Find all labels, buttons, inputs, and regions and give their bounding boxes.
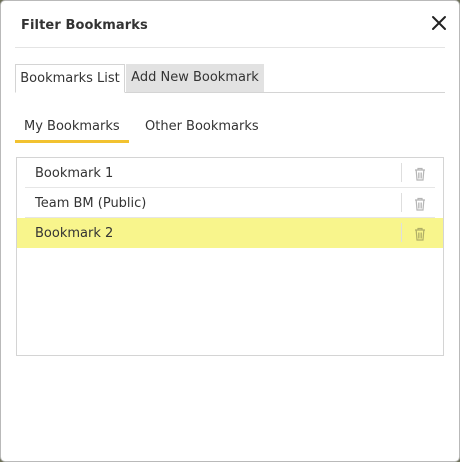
bookmark-label: Team BM (Public) xyxy=(35,196,147,211)
row-divider xyxy=(401,163,402,182)
dialog-header: Filter Bookmarks xyxy=(15,1,446,48)
trash-icon[interactable] xyxy=(414,226,426,241)
row-divider xyxy=(401,193,402,212)
tab-add-new-bookmark[interactable]: Add New Bookmark xyxy=(126,64,264,92)
bookmark-row[interactable]: Bookmark 1 xyxy=(25,158,435,188)
bookmark-list: Bookmark 1 Team BM (Public) Bookmark 2 xyxy=(16,157,444,356)
bookmark-row[interactable]: Team BM (Public) xyxy=(25,188,435,218)
dialog-tabs: Bookmarks List Add New Bookmark xyxy=(15,64,445,93)
bookmark-row-selected[interactable]: Bookmark 2 xyxy=(17,218,443,248)
row-divider xyxy=(401,223,402,242)
tab-bookmarks-list[interactable]: Bookmarks List xyxy=(15,64,125,93)
close-icon[interactable] xyxy=(427,11,451,35)
trash-icon[interactable] xyxy=(414,166,426,181)
dialog-title: Filter Bookmarks xyxy=(21,18,148,33)
subtab-my-bookmarks[interactable]: My Bookmarks xyxy=(15,119,129,143)
filter-bookmarks-dialog: Filter Bookmarks Bookmarks List Add New … xyxy=(0,0,460,462)
bookmark-subtabs: My Bookmarks Other Bookmarks xyxy=(15,113,315,143)
trash-icon[interactable] xyxy=(414,196,426,211)
subtab-other-bookmarks[interactable]: Other Bookmarks xyxy=(145,119,259,134)
bookmark-label: Bookmark 1 xyxy=(35,166,114,181)
bookmark-label: Bookmark 2 xyxy=(35,226,114,241)
